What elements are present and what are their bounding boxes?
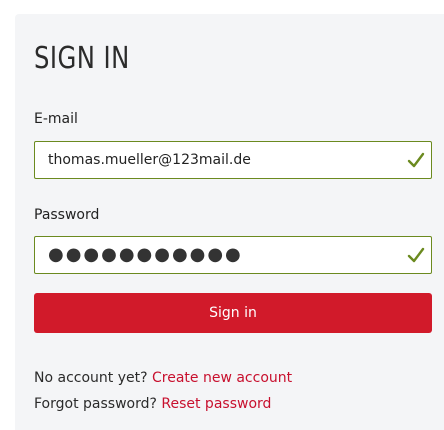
checkmark-icon xyxy=(407,152,425,168)
reset-password-link[interactable]: Reset password xyxy=(161,396,271,412)
checkmark-icon xyxy=(407,247,425,263)
reset-password-row: Forgot password? Reset password xyxy=(34,395,271,413)
email-value: thomas.mueller@123mail.de xyxy=(48,152,251,168)
email-label: E-mail xyxy=(34,111,78,127)
create-account-link[interactable]: Create new account xyxy=(152,370,292,386)
forgot-password-text: Forgot password? xyxy=(34,396,157,412)
password-field[interactable]: ●●●●●●●●●●● xyxy=(34,236,432,274)
password-label: Password xyxy=(34,207,100,223)
create-account-row: No account yet? Create new account xyxy=(34,369,292,387)
no-account-text: No account yet? xyxy=(34,370,148,386)
password-mask: ●●●●●●●●●●● xyxy=(48,244,243,265)
sign-in-panel: SIGN IN E-mail thomas.mueller@123mail.de… xyxy=(15,14,444,430)
email-field[interactable]: thomas.mueller@123mail.de xyxy=(34,141,432,179)
sign-in-button[interactable]: Sign in xyxy=(34,293,432,333)
page-title: SIGN IN xyxy=(34,41,130,76)
